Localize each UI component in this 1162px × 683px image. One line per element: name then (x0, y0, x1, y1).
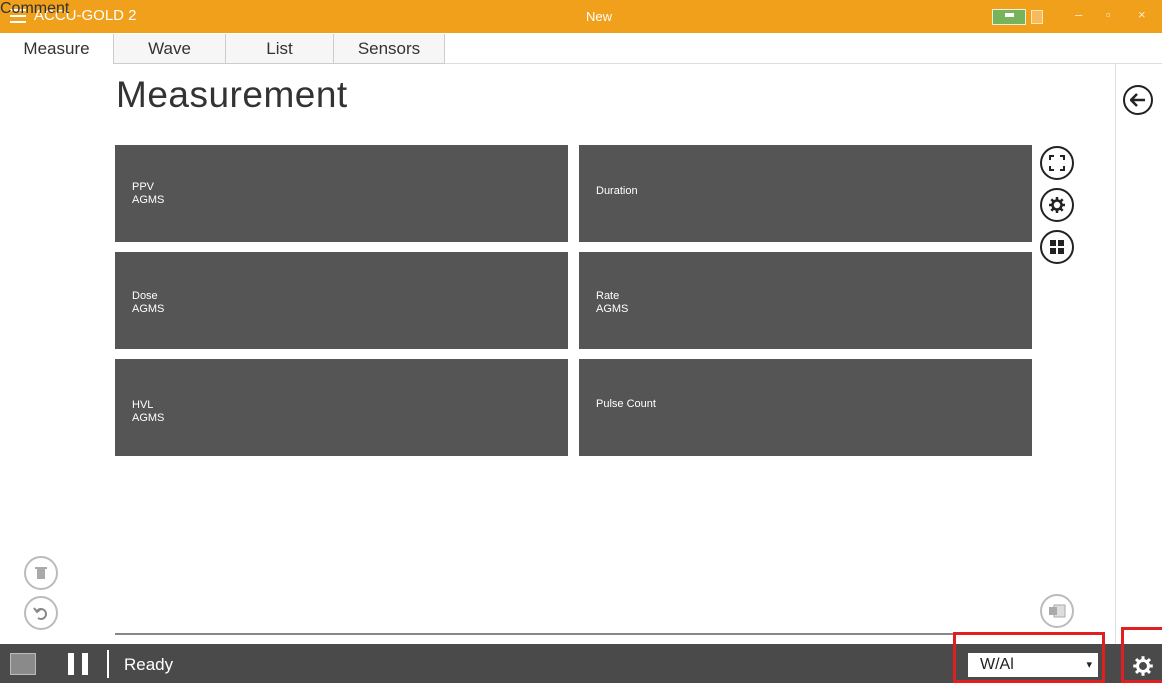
maximize-button[interactable]: ▫ (1106, 7, 1111, 22)
delete-button[interactable] (24, 556, 58, 590)
arrow-left-circle-icon (1130, 93, 1145, 107)
tile-pulse-count[interactable]: Pulse Count (579, 359, 1032, 456)
gear-icon[interactable] (1132, 655, 1154, 677)
tile-name: Dose (132, 290, 158, 302)
pause-icon (68, 653, 74, 675)
comment-panel (1115, 64, 1162, 644)
tab-bar: Measure Wave List Sensors (0, 34, 1162, 64)
tile-ppv[interactable]: PPV AGMS (115, 145, 568, 242)
fullscreen-icon (1049, 155, 1065, 171)
document-title: New (586, 9, 613, 24)
grid-icon (1050, 240, 1064, 254)
separator-line (115, 633, 1033, 635)
tile-rate[interactable]: Rate AGMS (579, 252, 1032, 349)
pause-button[interactable] (68, 653, 90, 675)
tile-sub: AGMS (132, 412, 165, 424)
tile-dose[interactable]: Dose AGMS (115, 252, 568, 349)
trash-icon (35, 567, 47, 579)
device-slot-icon[interactable] (1031, 10, 1043, 24)
tab-wave[interactable]: Wave (114, 34, 226, 64)
tile-sub: AGMS (596, 303, 629, 315)
fullscreen-button[interactable] (1040, 146, 1074, 180)
undo-button[interactable] (24, 596, 58, 630)
divider (107, 650, 109, 678)
minimize-button[interactable]: – (1075, 7, 1082, 22)
unit-select[interactable]: W/Al ▾ (968, 653, 1098, 677)
tile-settings-button[interactable] (1040, 188, 1074, 222)
status-text: Ready (124, 655, 174, 674)
status-bar: Ready W/Al ▾ (0, 627, 1162, 683)
export-button[interactable] (1040, 594, 1074, 628)
layout-button[interactable] (1040, 230, 1074, 264)
tab-measure[interactable]: Measure (0, 34, 114, 64)
undo-icon (33, 607, 47, 620)
tile-name: PPV (132, 181, 155, 193)
tab-sensors[interactable]: Sensors (334, 34, 445, 64)
tile-name: Rate (596, 290, 620, 302)
chevron-down-icon: ▾ (1086, 659, 1092, 671)
tab-list[interactable]: List (226, 34, 334, 64)
gear-icon (1049, 197, 1065, 213)
tile-hvl[interactable]: HVL AGMS (115, 359, 568, 456)
unit-select-highlight: W/Al ▾ (953, 632, 1105, 683)
close-button[interactable]: × (1138, 7, 1146, 22)
tile-sub: AGMS (132, 194, 165, 206)
comment-label[interactable]: Comment (0, 0, 69, 18)
settings-highlight (1121, 627, 1162, 683)
usb-icon[interactable] (10, 653, 36, 675)
tile-name: HVL (132, 399, 154, 411)
tile-name: Duration (596, 185, 638, 197)
excel-icon (1049, 604, 1066, 618)
tile-sub: AGMS (132, 303, 165, 315)
page-title: Measurement (116, 74, 348, 115)
tile-duration[interactable]: Duration (579, 145, 1032, 242)
device-connected-icon[interactable] (992, 9, 1026, 25)
back-button[interactable] (1123, 85, 1153, 115)
tile-name: Pulse Count (596, 398, 656, 410)
unit-select-value: W/Al (980, 656, 1014, 673)
title-bar: ACCU-GOLD 2 New – ▫ × (0, 0, 1162, 33)
